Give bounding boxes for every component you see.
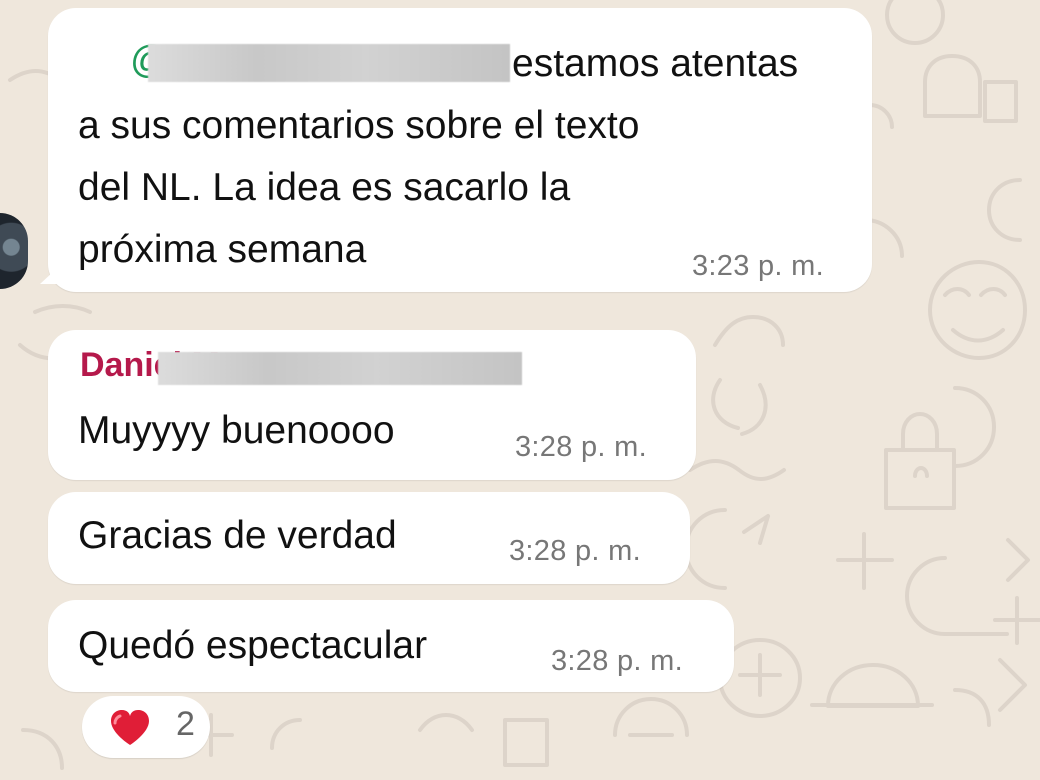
message-time: 3:28 p. m. <box>551 645 683 677</box>
heart-icon <box>111 710 149 745</box>
message-time: 3:23 p. m. <box>692 250 824 282</box>
message-text: estamos atentas a sus comentarios sobre … <box>78 42 799 271</box>
message-text: Muyyyy buenoooo <box>78 409 395 452</box>
reaction-pill[interactable]: 2 <box>82 696 210 758</box>
message-bubble-mention[interactable]: @ estamos atentas a sus comentarios sobr… <box>48 8 872 292</box>
message-bubble[interactable]: Gracias de verdad 3:28 p. m. <box>48 492 690 584</box>
message-text: Quedó espectacular <box>78 624 428 667</box>
redacted-sender-name <box>158 352 522 385</box>
message-time: 3:28 p. m. <box>509 535 641 567</box>
message-text: Gracias de verdad <box>78 514 397 557</box>
reaction-count: 2 <box>176 705 195 743</box>
contact-avatar[interactable] <box>0 213 28 289</box>
message-time: 3:28 p. m. <box>515 431 647 463</box>
message-bubble[interactable]: Quedó espectacular 3:28 p. m. <box>48 600 734 692</box>
